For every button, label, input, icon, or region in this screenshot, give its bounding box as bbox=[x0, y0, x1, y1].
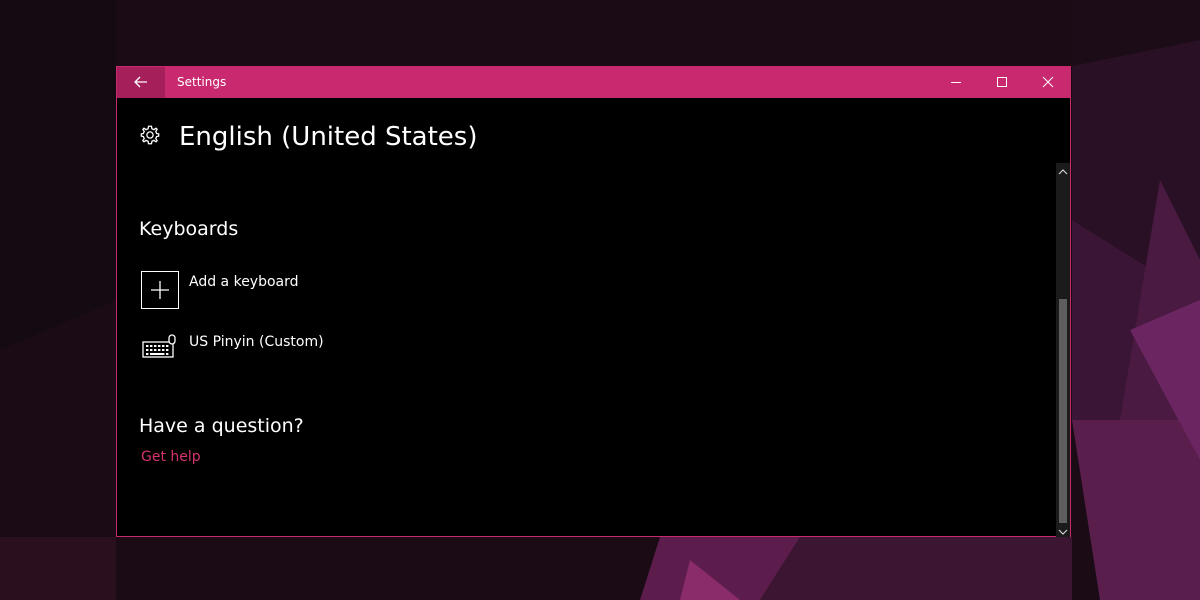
page-header: English (United States) bbox=[139, 122, 478, 152]
keyboard-item-label: US Pinyin (Custom) bbox=[189, 334, 324, 350]
scroll-up-button[interactable] bbox=[1056, 163, 1070, 177]
maximize-icon bbox=[996, 73, 1008, 92]
page-title: English (United States) bbox=[179, 122, 478, 152]
close-icon bbox=[1042, 73, 1054, 92]
add-keyboard-label: Add a keyboard bbox=[189, 274, 299, 290]
content-area: English (United States) Keyboards Add a … bbox=[117, 98, 1055, 536]
help-heading: Have a question? bbox=[139, 415, 304, 437]
minimize-icon bbox=[950, 73, 962, 92]
back-button[interactable] bbox=[117, 67, 165, 98]
chevron-up-icon bbox=[1058, 161, 1068, 180]
chevron-down-icon bbox=[1058, 521, 1068, 540]
gear-icon bbox=[139, 124, 161, 150]
keyboard-item-us-pinyin[interactable]: US Pinyin (Custom) bbox=[141, 333, 324, 365]
back-arrow-icon bbox=[134, 73, 148, 92]
plus-icon bbox=[141, 271, 179, 309]
title-bar: Settings bbox=[117, 67, 1070, 98]
window-title: Settings bbox=[177, 75, 227, 89]
close-button[interactable] bbox=[1025, 67, 1071, 98]
maximize-button[interactable] bbox=[979, 67, 1025, 98]
keyboards-heading: Keyboards bbox=[139, 218, 239, 240]
scroll-down-button[interactable] bbox=[1056, 523, 1070, 537]
get-help-link[interactable]: Get help bbox=[141, 449, 201, 465]
minimize-button[interactable] bbox=[933, 67, 979, 98]
settings-window: Settings English (United States) Keyboar… bbox=[116, 66, 1071, 537]
add-keyboard-button[interactable]: Add a keyboard bbox=[141, 271, 299, 309]
keyboard-icon bbox=[141, 333, 177, 365]
scroll-thumb[interactable] bbox=[1059, 299, 1067, 523]
vertical-scrollbar[interactable] bbox=[1056, 163, 1070, 537]
